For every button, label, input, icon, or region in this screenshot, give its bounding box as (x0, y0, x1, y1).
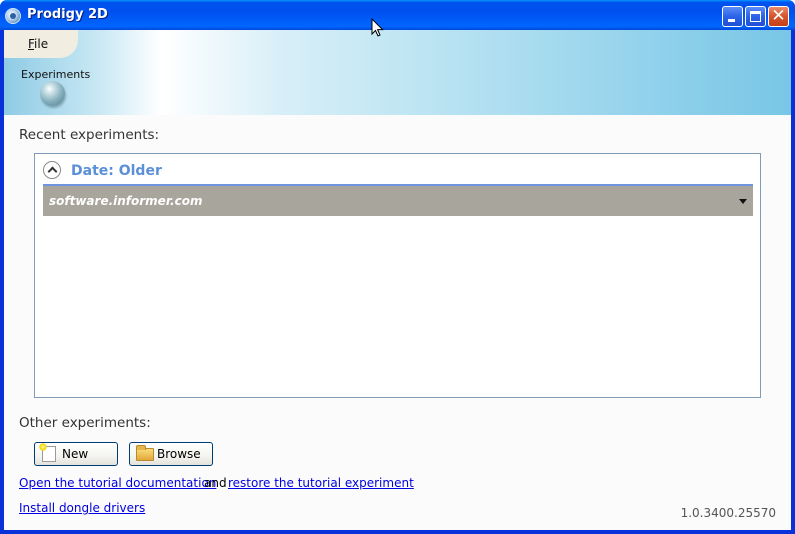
browse-button-label: Browse (157, 447, 201, 461)
dropdown-arrow-icon[interactable] (739, 199, 747, 204)
file-menu-label: ile (34, 37, 49, 51)
browse-button[interactable]: Browse (129, 442, 213, 466)
recent-experiments-heading: Recent experiments: (19, 127, 160, 143)
app-icon[interactable] (5, 8, 21, 24)
minimize-button[interactable] (722, 6, 743, 27)
list-item-name: software.informer.com (49, 194, 203, 208)
folder-open-icon (136, 445, 154, 461)
group-title: Date: Older (71, 163, 162, 179)
recent-experiments-list: Date: Older software.informer.com (34, 153, 761, 398)
title-bar[interactable]: Prodigy 2D ✕ (0, 0, 795, 30)
maximize-button[interactable] (745, 6, 766, 27)
other-experiments-heading: Other experiments: (19, 415, 151, 431)
new-button[interactable]: New (34, 442, 118, 466)
minimize-icon (728, 19, 735, 22)
and-text: and (204, 476, 227, 490)
experiments-label: Experiments (21, 68, 91, 81)
install-dongle-drivers-link[interactable]: Install dongle drivers (19, 501, 145, 515)
experiments-orb-icon[interactable] (40, 81, 65, 106)
collapse-group-icon[interactable] (43, 161, 61, 179)
restore-tutorial-link[interactable]: restore the tutorial experiment (228, 476, 414, 490)
close-button[interactable]: ✕ (768, 6, 789, 27)
file-menu[interactable]: File (4, 30, 78, 58)
new-document-icon (39, 443, 56, 462)
window-title: Prodigy 2D (27, 7, 108, 22)
app-window: Prodigy 2D ✕ File Experiments Recent exp… (0, 0, 795, 534)
client-area: File Experiments Recent experiments: Dat… (4, 30, 791, 530)
close-icon: ✕ (771, 6, 786, 26)
ribbon: File Experiments (4, 30, 791, 115)
version-label: 1.0.3400.25570 (680, 506, 776, 520)
maximize-icon (750, 11, 761, 22)
new-button-label: New (62, 447, 89, 461)
list-item[interactable]: software.informer.com (43, 186, 753, 216)
tutorial-documentation-link[interactable]: Open the tutorial documentation (19, 476, 216, 490)
